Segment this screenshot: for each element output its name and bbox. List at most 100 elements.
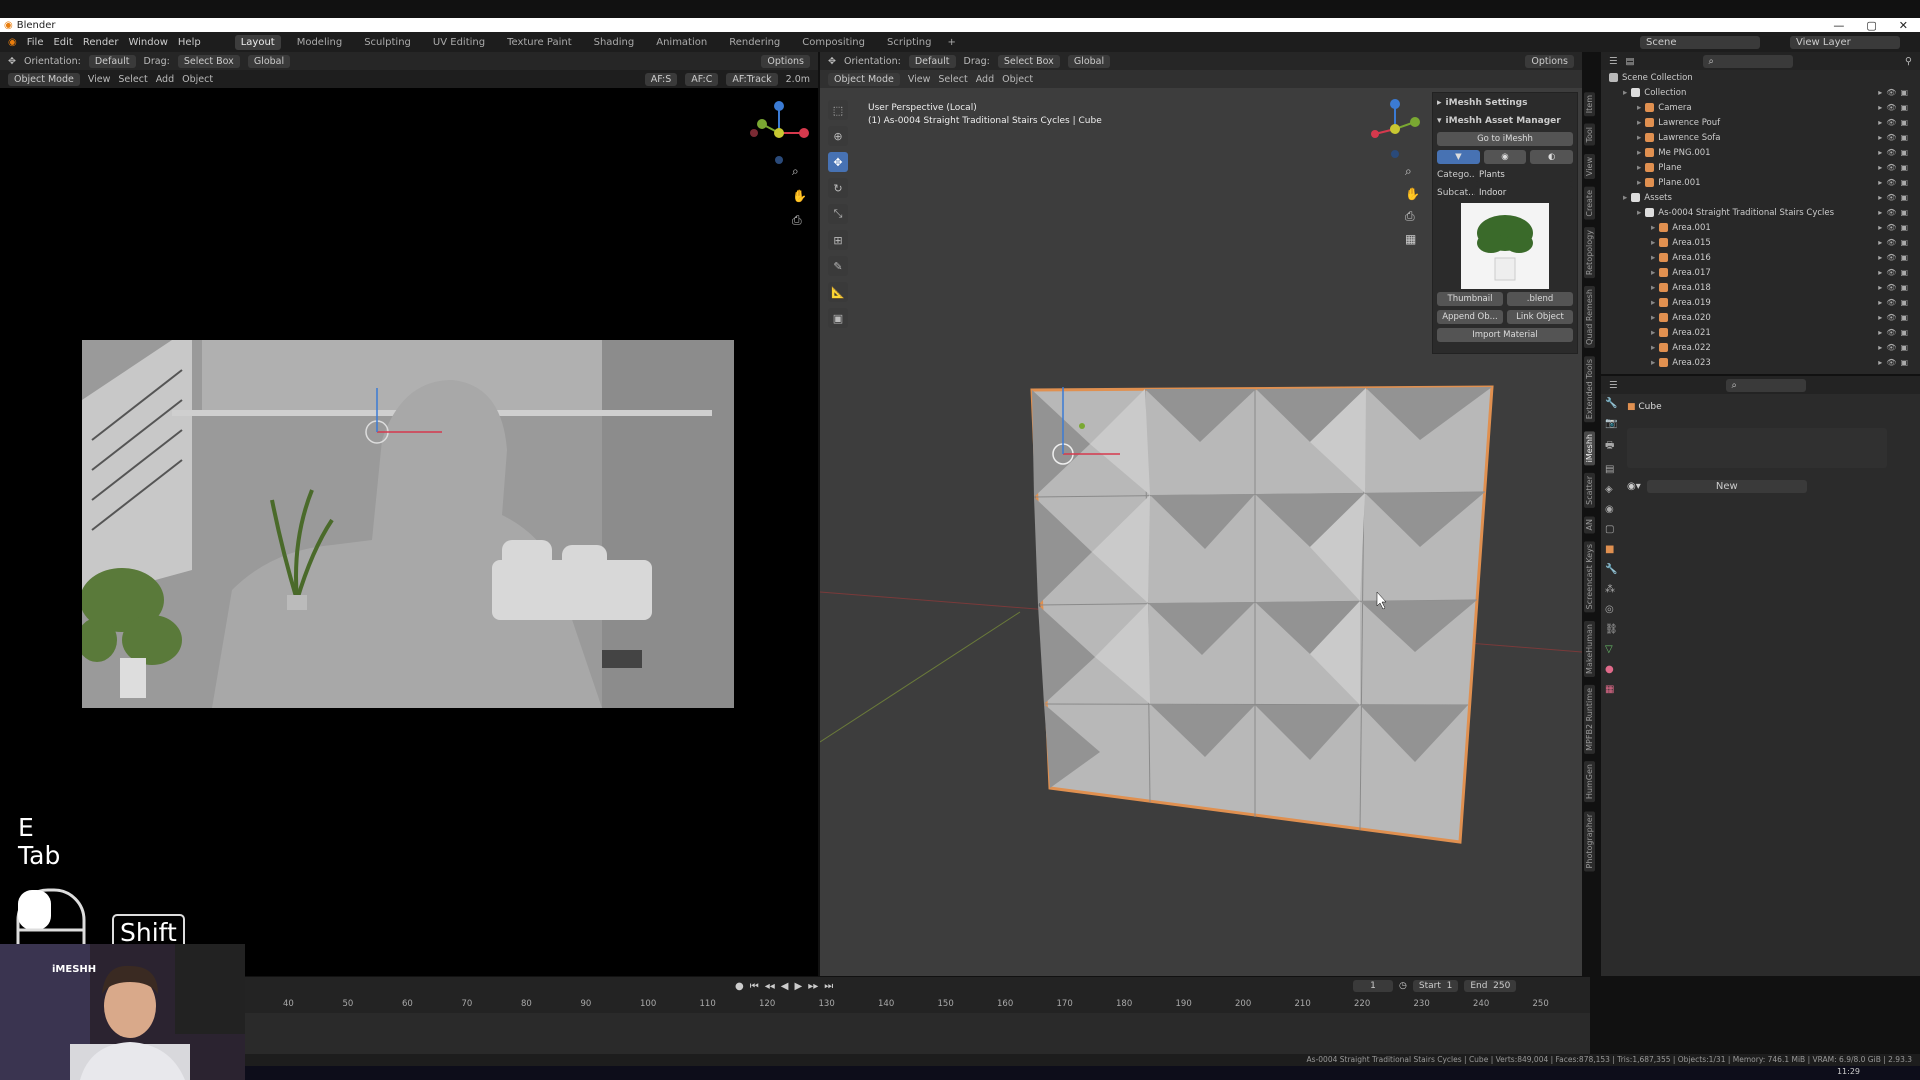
expand-icon[interactable]: ▸	[1651, 358, 1655, 368]
expand-icon[interactable]: ▸	[1651, 313, 1655, 323]
outliner-item[interactable]: ▸ Lawrence Pouf ▸👁▣	[1601, 115, 1920, 130]
menu-select[interactable]: Select	[118, 74, 147, 85]
expand-icon[interactable]: ▸	[1651, 283, 1655, 293]
visibility-toggles-icon[interactable]: ▸👁▣	[1878, 358, 1920, 367]
models-tab-icon[interactable]: ▼	[1437, 150, 1480, 164]
play-reverse-icon[interactable]: ◀	[781, 981, 789, 992]
modifiers-tab-icon[interactable]: 🔧	[1605, 564, 1623, 575]
thumbnail-button[interactable]: Thumbnail	[1437, 292, 1503, 306]
tool-tab-icon[interactable]: 🔧	[1605, 398, 1623, 409]
import-material-button[interactable]: Import Material	[1437, 328, 1573, 342]
zoom-icon[interactable]: ⌕	[792, 164, 807, 179]
object-tab-icon[interactable]: ■	[1605, 544, 1623, 555]
drag-dropdown[interactable]: Select Box	[177, 54, 240, 68]
expand-icon[interactable]: ▸	[1637, 103, 1641, 113]
grid-icon[interactable]: ▦	[1405, 232, 1420, 246]
add-workspace-icon[interactable]: +	[947, 37, 955, 48]
jump-start-icon[interactable]: ⏮	[750, 981, 759, 992]
materials-tab-icon[interactable]: ◉	[1483, 150, 1527, 164]
menu-object[interactable]: Object	[182, 74, 213, 85]
outliner[interactable]: ☰ ▤ ⌕ ⚲ Scene Collection ▸ Collection ▸👁▣ ▸…	[1600, 52, 1920, 374]
timeline[interactable]: ● ⏮ ◂◂ ◀ ▶ ▸▸ ⏭ 1 ◷ Start 1 End 250 40 50…	[245, 976, 1590, 1062]
menu-add[interactable]: Add	[156, 74, 174, 85]
append-object-button[interactable]: Append Ob...	[1437, 310, 1503, 324]
collection-tab-icon[interactable]: ▢	[1605, 524, 1623, 535]
view-layer-tab-icon[interactable]: ▤	[1605, 464, 1623, 475]
pan-icon[interactable]: ✋	[792, 189, 807, 203]
outliner-search-input[interactable]: ⌕	[1702, 54, 1793, 68]
visibility-toggles-icon[interactable]: ▸👁▣	[1878, 283, 1920, 292]
tab-screencast-keys[interactable]: Screencast Keys	[1583, 541, 1595, 613]
visibility-toggles-icon[interactable]: ▸👁▣	[1878, 163, 1920, 172]
tab-scripting[interactable]: Scripting	[881, 35, 937, 50]
timeline-track[interactable]	[245, 1013, 1590, 1055]
tab-humgen[interactable]: HumGen	[1583, 761, 1595, 803]
maximize-icon[interactable]: ▢	[1866, 19, 1876, 32]
material-tab-icon[interactable]: ●	[1605, 664, 1623, 675]
hdri-tab-icon[interactable]: ◐	[1530, 150, 1574, 164]
visibility-toggles-icon[interactable]: ▸👁▣	[1878, 148, 1920, 157]
visibility-toggles-icon[interactable]: ▸👁▣	[1878, 313, 1920, 322]
tab-tool[interactable]: Tool	[1583, 124, 1595, 146]
visibility-toggles-icon[interactable]: ▸👁▣	[1878, 133, 1920, 142]
outliner-item[interactable]: ▸ Lawrence Sofa ▸👁▣	[1601, 130, 1920, 145]
expand-icon[interactable]: ▸	[1651, 223, 1655, 233]
expand-icon[interactable]: ▸	[1637, 133, 1641, 143]
display-mode-icon[interactable]: ▤	[1626, 56, 1635, 67]
expand-icon[interactable]: ▸	[1637, 208, 1641, 218]
tab-makehuman[interactable]: MakeHuman	[1583, 620, 1595, 677]
output-tab-icon[interactable]: 🖶	[1605, 438, 1623, 455]
camera-icon[interactable]: ⎙	[1405, 209, 1420, 224]
tab-modeling[interactable]: Modeling	[291, 35, 349, 50]
mode-dropdown[interactable]: Object Mode	[8, 72, 80, 86]
new-material-button[interactable]: New	[1646, 480, 1807, 493]
outliner-item[interactable]: ▸ Camera ▸👁▣	[1601, 100, 1920, 115]
blend-button[interactable]: .blend	[1507, 292, 1573, 306]
expand-icon[interactable]: ▸	[1651, 238, 1655, 248]
navigation-gizmo[interactable]	[744, 98, 814, 168]
goto-imeshh-button[interactable]: Go to iMeshh	[1437, 132, 1573, 146]
properties-editor[interactable]: ☰ ⌕ 🔧 📷 🖶 ▤ ◈ ◉ ▢ ■ 🔧 ⁂ ◎ ⛓ ▽ ● ▦ ■ Cube…	[1600, 376, 1920, 976]
tab-compositing[interactable]: Compositing	[796, 35, 871, 50]
scene-collection[interactable]: Scene Collection	[1601, 70, 1920, 85]
expand-icon[interactable]: ▸	[1623, 88, 1627, 98]
expand-icon[interactable]: ▸	[1651, 253, 1655, 263]
transform-icon[interactable]: ✥	[8, 56, 16, 67]
expand-icon[interactable]: ▸	[1637, 118, 1641, 128]
data-tab-icon[interactable]: ▽	[1605, 644, 1623, 655]
tab-item[interactable]: Item	[1583, 92, 1595, 117]
tab-retopology[interactable]: Retopology	[1583, 227, 1595, 279]
outliner-item[interactable]: ▸ Area.021 ▸👁▣	[1601, 325, 1920, 340]
scene-tab-icon[interactable]: ◈	[1605, 484, 1623, 495]
particles-tab-icon[interactable]: ⁂	[1605, 584, 1623, 595]
visibility-toggles-icon[interactable]: ▸👁▣	[1878, 268, 1920, 277]
filter-icon[interactable]: ⚲	[1905, 56, 1912, 67]
menu-render[interactable]: Render	[83, 37, 119, 48]
camera-viewport[interactable]: ✥ Orientation: Default Drag: Select Box …	[0, 52, 818, 978]
outliner-item[interactable]: ▸ Area.022 ▸👁▣	[1601, 340, 1920, 355]
tab-photographer[interactable]: Photographer	[1583, 810, 1595, 871]
tab-layout[interactable]: Layout	[234, 34, 281, 50]
tab-animation[interactable]: Animation	[650, 35, 713, 50]
play-icon[interactable]: ▶	[794, 981, 802, 992]
tab-shading[interactable]: Shading	[588, 35, 641, 50]
asset-thumbnail[interactable]	[1461, 203, 1549, 289]
subcategory-dropdown[interactable]: Indoor	[1475, 186, 1573, 200]
minimize-icon[interactable]: —	[1833, 19, 1844, 32]
tab-extended-tools[interactable]: Extended Tools	[1583, 356, 1595, 423]
menu-view[interactable]: View	[88, 74, 111, 85]
end-frame-field[interactable]: End 250	[1464, 980, 1517, 992]
outliner-item[interactable]: ▸ Area.015 ▸👁▣	[1601, 235, 1920, 250]
transform-orientation-dropdown[interactable]: Global	[247, 54, 291, 68]
expand-icon[interactable]: ▸	[1637, 163, 1641, 173]
visibility-toggles-icon[interactable]: ▸👁▣	[1878, 88, 1920, 97]
editor-type-icon[interactable]: ☰	[1609, 56, 1618, 67]
outliner-item[interactable]: ▸ Area.018 ▸👁▣	[1601, 280, 1920, 295]
tab-imeshh[interactable]: iMeshh	[1583, 430, 1595, 465]
tab-scatter[interactable]: Scatter	[1583, 472, 1595, 508]
prev-keyframe-icon[interactable]: ◂◂	[765, 981, 775, 992]
tab-view[interactable]: View	[1583, 153, 1595, 179]
imeshh-settings-header[interactable]: ▸ iMeshh Settings	[1437, 95, 1573, 111]
scene-selector[interactable]: Scene	[1640, 35, 1760, 49]
pan-icon[interactable]: ✋	[1405, 187, 1420, 201]
